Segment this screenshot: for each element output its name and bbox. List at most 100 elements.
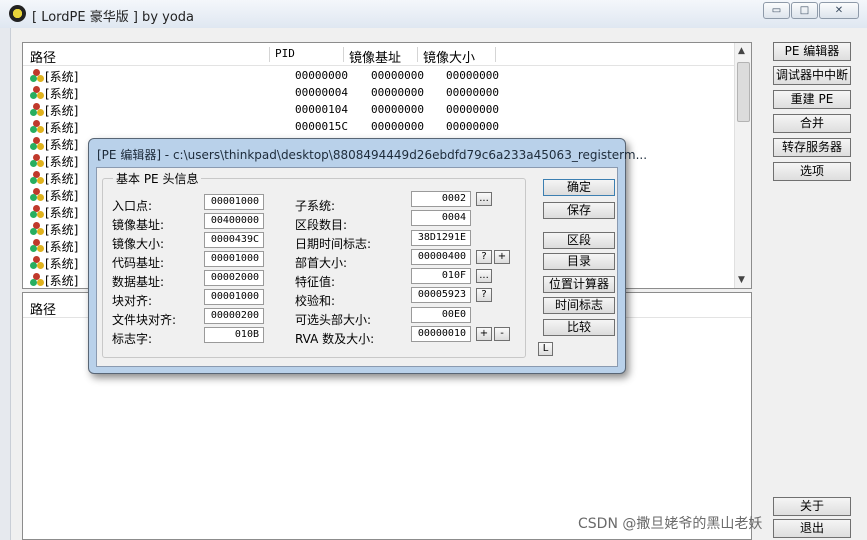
- rva-number-and-sizes-field[interactable]: 00000010: [411, 326, 471, 342]
- image-size-field[interactable]: 0000439C: [204, 232, 264, 248]
- characteristics-field[interactable]: 010F: [411, 268, 471, 284]
- column-header-path[interactable]: 路径: [30, 47, 56, 66]
- process-icon: [30, 137, 44, 151]
- size-of-headers-help-button[interactable]: ?: [476, 250, 492, 264]
- timestamp-button[interactable]: 时间标志: [543, 297, 615, 314]
- base-of-data-field[interactable]: 00002000: [204, 270, 264, 286]
- process-image-base: 00000000: [371, 86, 424, 99]
- column-divider: [417, 47, 418, 62]
- about-button[interactable]: 关于: [773, 497, 851, 516]
- scroll-down-arrow-icon[interactable]: ▼: [738, 275, 745, 285]
- maximize-button[interactable]: □: [791, 2, 818, 19]
- process-path: [系统]: [45, 172, 79, 186]
- subsystem-browse-button[interactable]: ...: [476, 192, 492, 206]
- process-icon: [30, 239, 44, 253]
- process-path: [系统]: [45, 70, 79, 84]
- process-icon: [30, 171, 44, 185]
- process-icon: [30, 154, 44, 168]
- process-icon: [30, 256, 44, 270]
- process-list-scrollbar[interactable]: ▲ ▼: [734, 43, 751, 288]
- ok-button[interactable]: 确定: [543, 179, 615, 196]
- process-path: [系统]: [45, 104, 79, 118]
- process-path: [系统]: [45, 138, 79, 152]
- flc-button[interactable]: 位置计算器: [543, 276, 615, 293]
- pe-editor-button[interactable]: PE 编辑器: [773, 42, 851, 61]
- base-of-data-label: 数据基址:: [112, 275, 165, 289]
- column-header-image-base[interactable]: 镜像基址: [349, 47, 401, 66]
- window-title: [ LordPE 豪华版 ] by yoda: [32, 10, 195, 25]
- process-row[interactable]: [系统] 00000000 00000000 00000000: [27, 67, 739, 84]
- process-path: [系统]: [45, 155, 79, 169]
- process-icon: [30, 120, 44, 134]
- process-path: [系统]: [45, 121, 79, 135]
- directories-button[interactable]: 目录: [543, 253, 615, 270]
- image-base-label: 镜像基址:: [112, 218, 165, 232]
- merge-button[interactable]: 合并: [773, 114, 851, 133]
- process-row[interactable]: [系统] 00000104 00000000 00000000: [27, 101, 739, 118]
- file-alignment-field[interactable]: 00000200: [204, 308, 264, 324]
- characteristics-label: 特征值:: [295, 275, 336, 289]
- scroll-thumb[interactable]: [737, 62, 750, 122]
- break-in-debugger-button[interactable]: 调试器中中断: [773, 66, 851, 85]
- magic-field[interactable]: 010B: [204, 327, 264, 343]
- optional-header-size-field[interactable]: 00E0: [411, 307, 471, 323]
- dump-server-button[interactable]: 转存服务器: [773, 138, 851, 157]
- process-path: [系统]: [45, 274, 79, 288]
- entry-point-label: 入口点:: [112, 199, 153, 213]
- process-icon: [30, 103, 44, 117]
- dialog-body: 基本 PE 头信息 入口点: 00001000 镜像基址: 00400000 镜…: [96, 167, 618, 367]
- l-button[interactable]: L: [538, 342, 553, 356]
- checksum-help-button[interactable]: ?: [476, 288, 492, 302]
- options-button[interactable]: 选项: [773, 162, 851, 181]
- process-path: [系统]: [45, 189, 79, 203]
- exit-button[interactable]: 退出: [773, 519, 851, 538]
- save-button[interactable]: 保存: [543, 202, 615, 219]
- process-list-header: 路径 PID 镜像基址 镜像大小: [23, 43, 736, 66]
- minimize-button[interactable]: ▭: [763, 2, 790, 19]
- magic-label: 标志字:: [112, 332, 153, 346]
- checksum-label: 校验和:: [295, 294, 336, 308]
- process-row[interactable]: [系统] 00000004 00000000 00000000: [27, 84, 739, 101]
- subsystem-field[interactable]: 0002: [411, 191, 471, 207]
- process-path: [系统]: [45, 240, 79, 254]
- process-image-size: 00000000: [446, 69, 499, 82]
- process-image-size: 00000000: [446, 86, 499, 99]
- process-icon: [30, 69, 44, 83]
- dialog-title: [PE 编辑器] - c:\users\thinkpad\desktop\880…: [97, 148, 648, 162]
- window-left-edge: [0, 28, 11, 540]
- characteristics-browse-button[interactable]: ...: [476, 269, 492, 283]
- rebuild-pe-button[interactable]: 重建 PE: [773, 90, 851, 109]
- process-pid: 00000000: [295, 69, 348, 82]
- process-image-base: 00000000: [371, 69, 424, 82]
- column-divider: [269, 47, 270, 62]
- rva-number-and-sizes-label: RVA 数及大小:: [295, 332, 375, 346]
- compare-button[interactable]: 比较: [543, 319, 615, 336]
- process-row[interactable]: [系统] 0000015C 00000000 00000000: [27, 118, 739, 135]
- process-image-base: 00000000: [371, 103, 424, 116]
- sections-button[interactable]: 区段: [543, 232, 615, 249]
- scroll-up-arrow-icon[interactable]: ▲: [738, 46, 745, 56]
- close-button[interactable]: ✕: [819, 2, 859, 19]
- section-alignment-label: 块对齐:: [112, 294, 153, 308]
- module-column-header-path[interactable]: 路径: [30, 299, 56, 318]
- process-path: [系统]: [45, 87, 79, 101]
- section-alignment-field[interactable]: 00001000: [204, 289, 264, 305]
- column-header-pid[interactable]: PID: [275, 47, 295, 60]
- process-path: [系统]: [45, 223, 79, 237]
- size-of-headers-field[interactable]: 00000400: [411, 249, 471, 265]
- base-of-code-field[interactable]: 00001000: [204, 251, 264, 267]
- process-icon: [30, 188, 44, 202]
- process-path: [系统]: [45, 206, 79, 220]
- rva-minus-button[interactable]: -: [494, 327, 510, 341]
- optional-header-size-label: 可选头部大小:: [295, 313, 372, 327]
- number-of-sections-field[interactable]: 0004: [411, 210, 471, 226]
- column-header-image-size[interactable]: 镜像大小: [423, 47, 475, 66]
- timestamp-field[interactable]: 38D1291E: [411, 230, 471, 246]
- rva-plus-button[interactable]: +: [476, 327, 492, 341]
- size-of-headers-plus-button[interactable]: +: [494, 250, 510, 264]
- checksum-field[interactable]: 00005923: [411, 287, 471, 303]
- process-image-base: 00000000: [371, 120, 424, 133]
- image-base-field[interactable]: 00400000: [204, 213, 264, 229]
- entry-point-field[interactable]: 00001000: [204, 194, 264, 210]
- column-divider: [343, 47, 344, 62]
